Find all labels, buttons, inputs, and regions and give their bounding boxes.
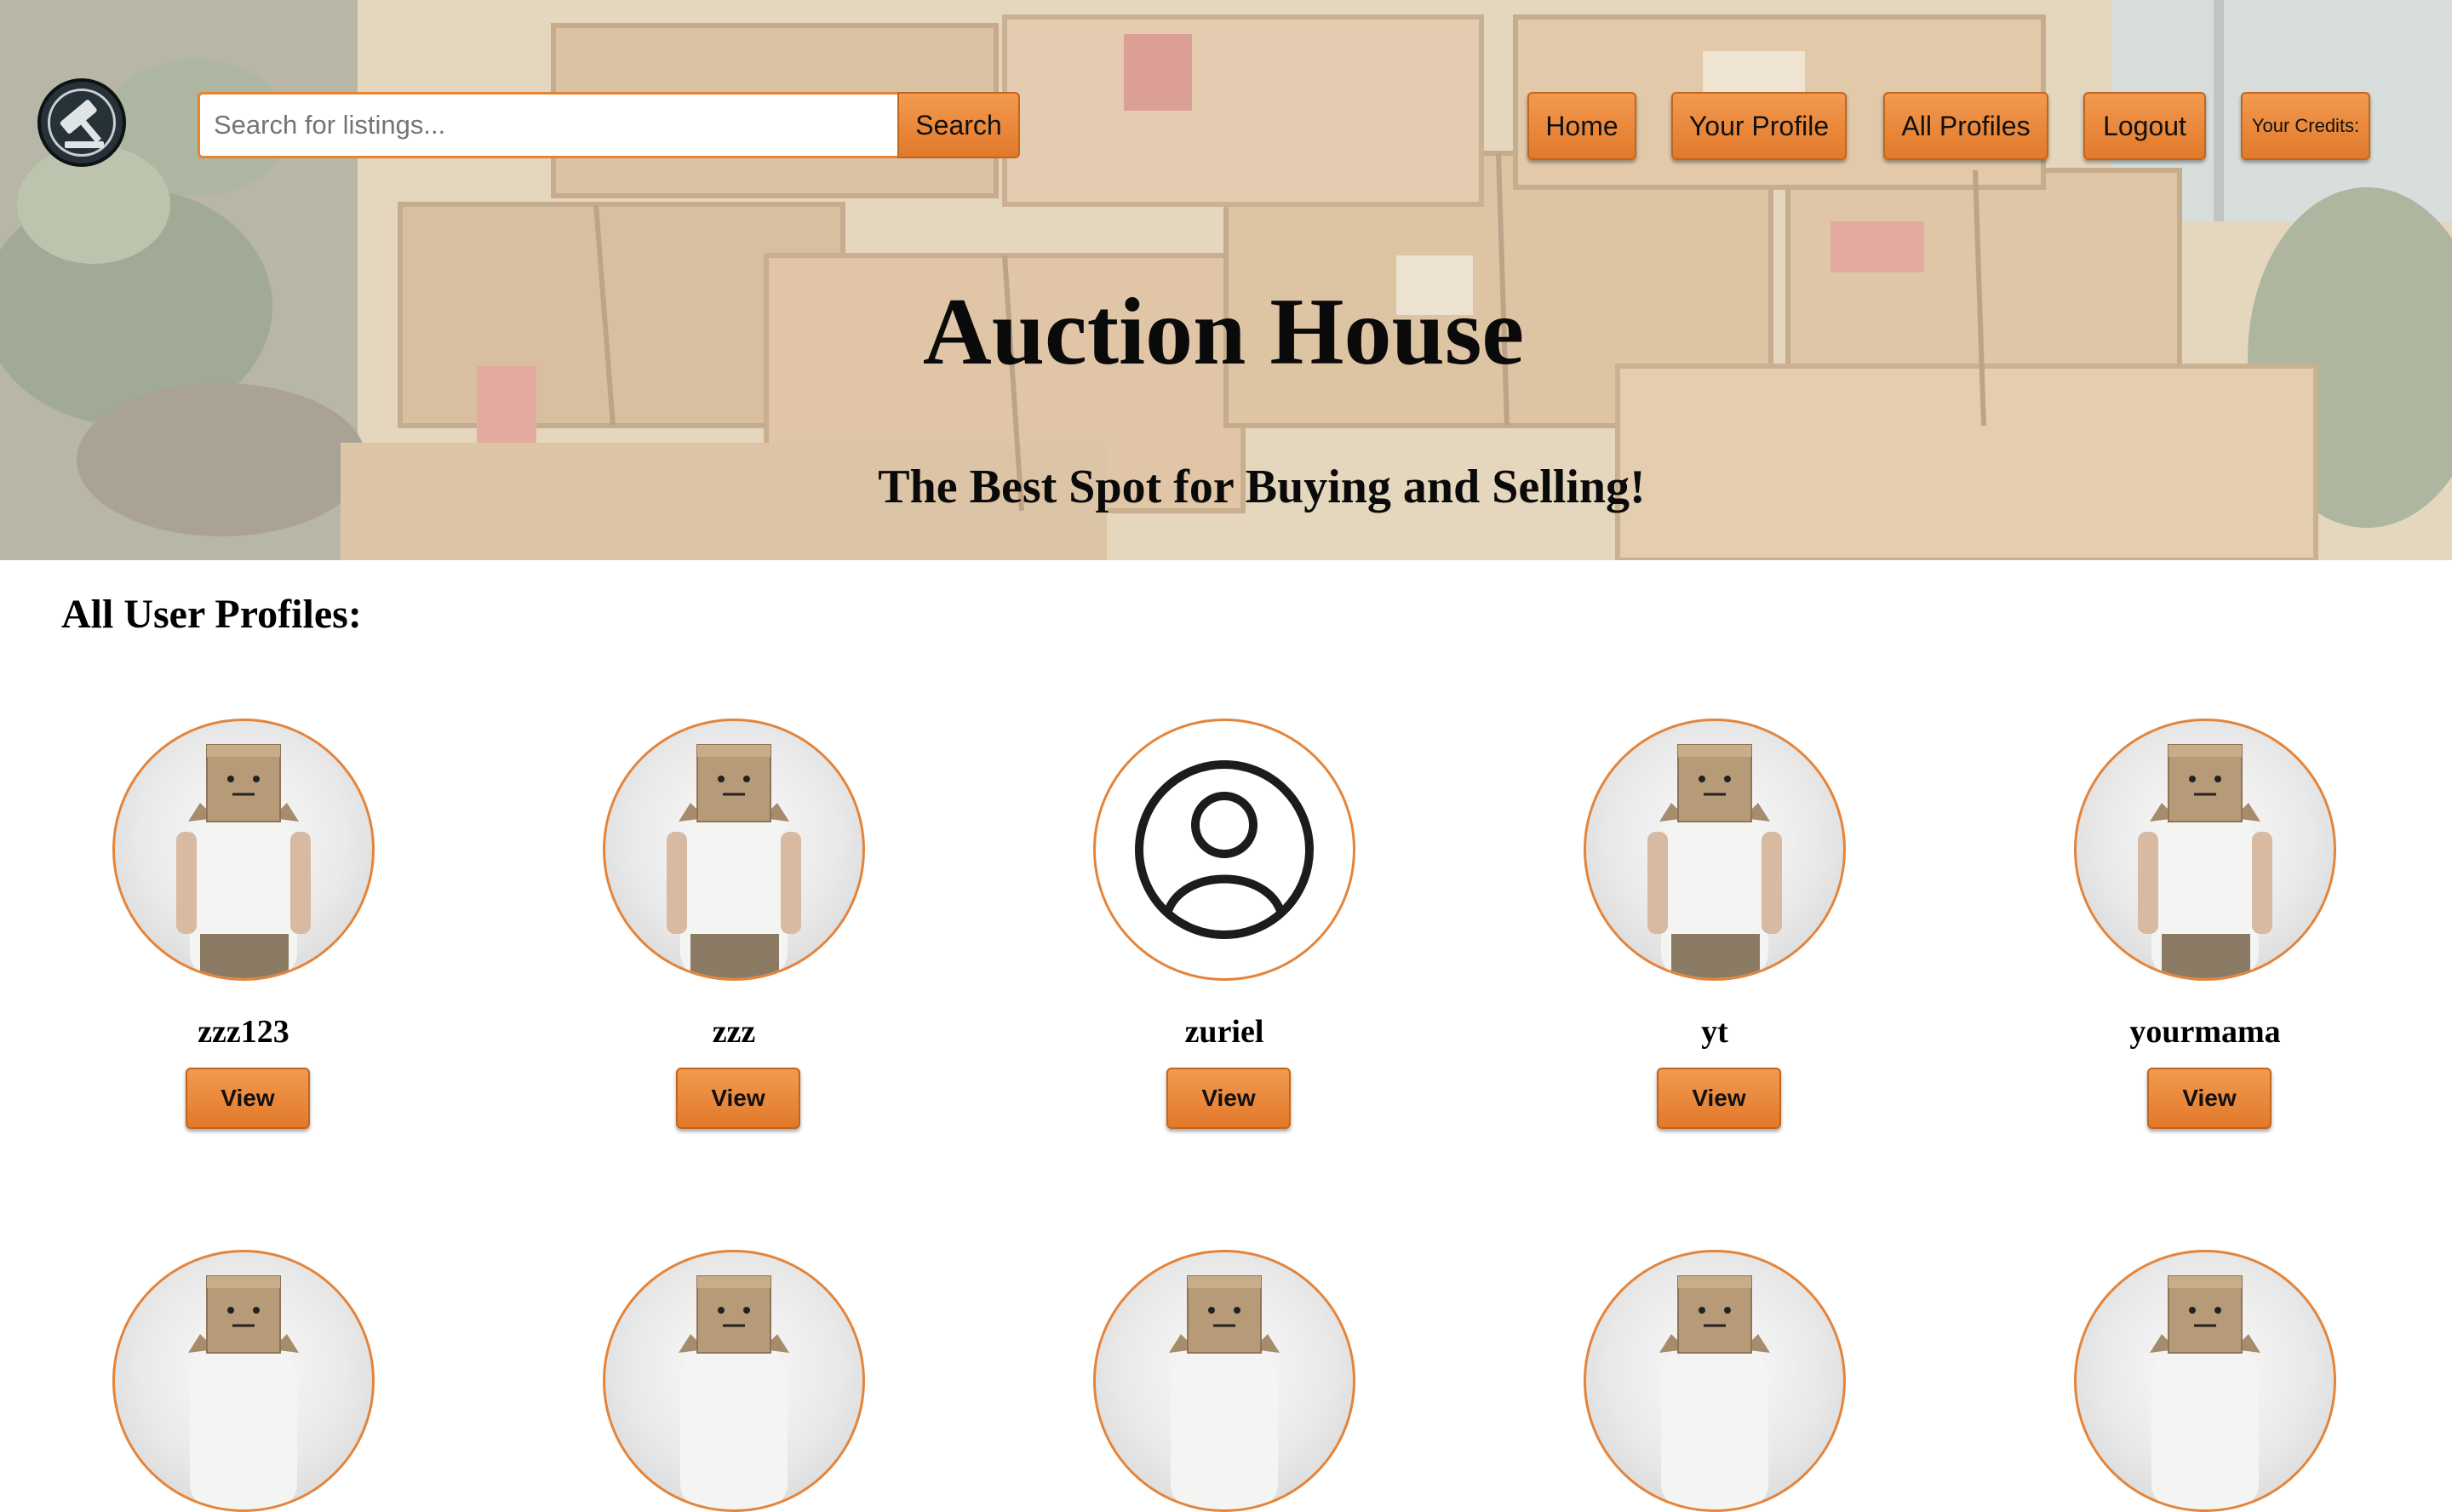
search-input[interactable] [198, 92, 899, 158]
box-head-person-avatar[interactable] [112, 1250, 375, 1512]
view-profile-button[interactable]: View [2147, 1068, 2272, 1129]
box-head-person-avatar[interactable] [2074, 1250, 2336, 1512]
user-circle-icon[interactable] [1093, 719, 1355, 981]
profile-username: zzz123 [198, 1014, 289, 1050]
box-head-person-avatar[interactable] [603, 719, 865, 981]
profile-username: zuriel [1184, 1014, 1264, 1050]
box-head-person-avatar[interactable] [1584, 1250, 1846, 1512]
gavel-logo-icon[interactable] [37, 78, 126, 167]
box-head-person-avatar[interactable] [1584, 719, 1846, 981]
all-profiles-heading: All User Profiles: [61, 592, 362, 637]
site-title: Auction House [922, 279, 1525, 385]
site-subtitle: The Best Spot for Buying and Selling! [878, 461, 1646, 513]
search-button[interactable]: Search [897, 92, 1020, 158]
nav-all-profiles-button[interactable]: All Profiles [1883, 92, 2048, 160]
credits-button[interactable]: Your Credits: [2241, 92, 2370, 160]
profile-username: zzz [712, 1014, 756, 1050]
hero-banner: Search Home Your Profile All Profiles Lo… [0, 0, 2452, 560]
profile-username: yourmama [2129, 1014, 2281, 1050]
box-head-person-avatar[interactable] [112, 719, 375, 981]
view-profile-button[interactable]: View [186, 1068, 310, 1129]
nav-your-profile-button[interactable]: Your Profile [1671, 92, 1847, 160]
box-head-person-avatar[interactable] [2074, 719, 2336, 981]
view-profile-button[interactable]: View [676, 1068, 800, 1129]
profile-username: yt [1701, 1014, 1728, 1050]
box-head-person-avatar[interactable] [1093, 1250, 1355, 1512]
box-head-person-avatar[interactable] [603, 1250, 865, 1512]
view-profile-button[interactable]: View [1657, 1068, 1781, 1129]
view-profile-button[interactable]: View [1166, 1068, 1291, 1129]
nav-home-button[interactable]: Home [1527, 92, 1636, 160]
nav-logout-button[interactable]: Logout [2083, 92, 2206, 160]
